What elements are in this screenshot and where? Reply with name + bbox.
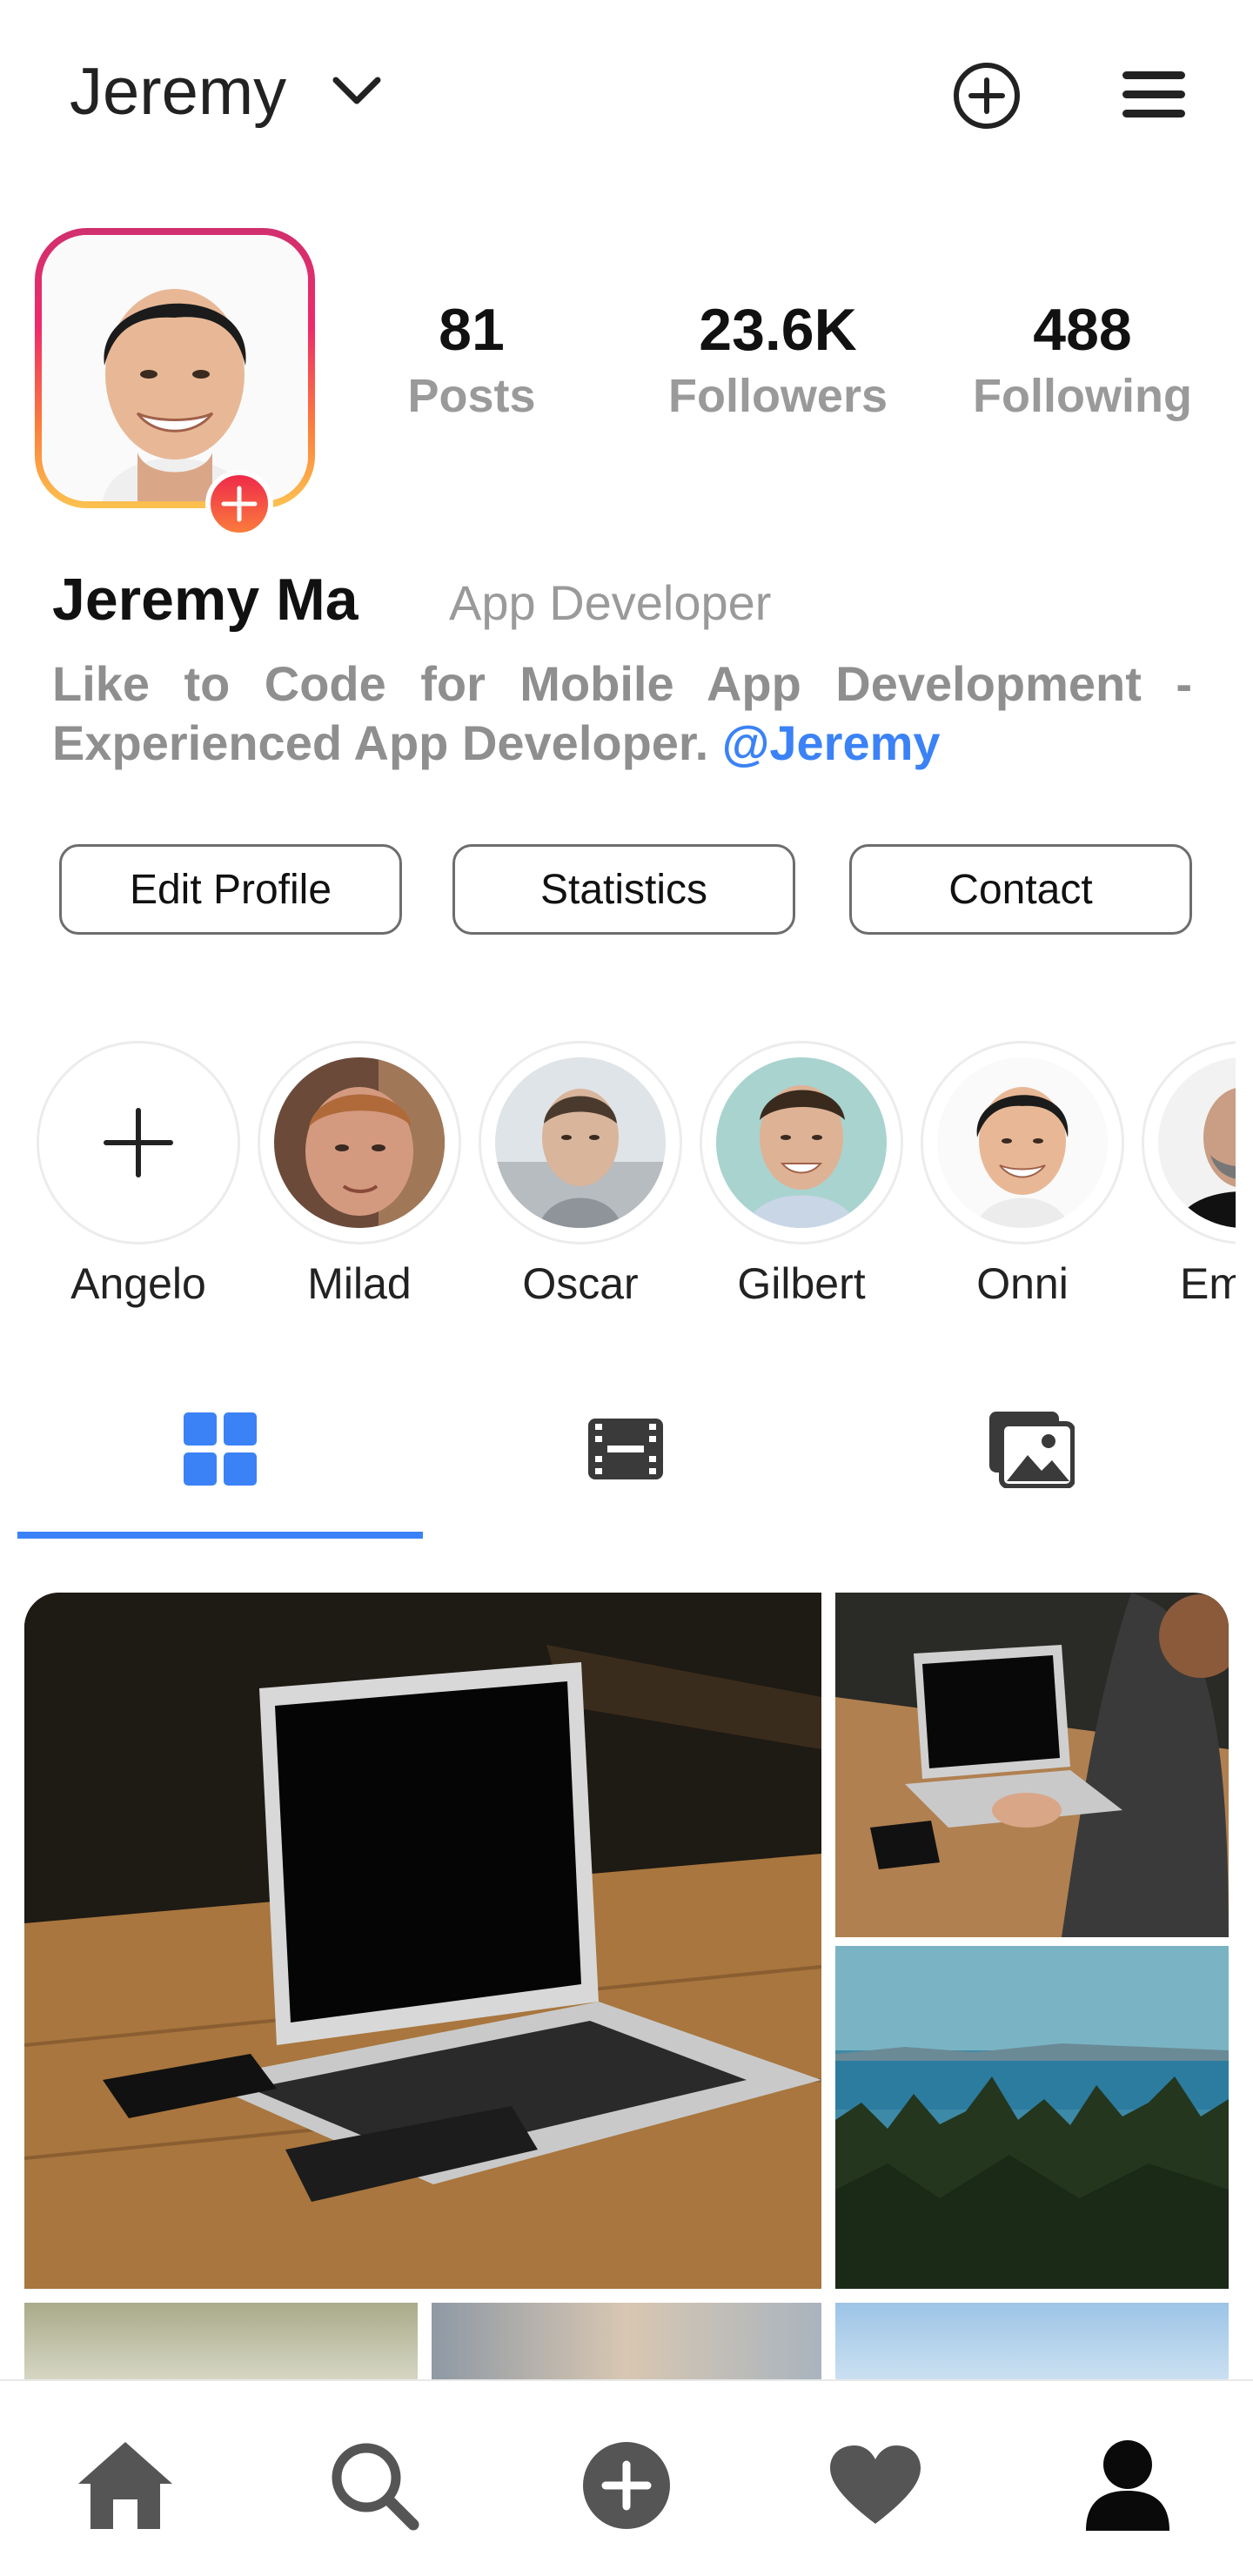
bio-mention-link[interactable]: @Jeremy — [722, 715, 941, 770]
stat-value: 81 — [439, 297, 505, 363]
story-avatar — [937, 1057, 1108, 1228]
nav-create[interactable] — [574, 2433, 679, 2538]
story-ring — [700, 1041, 903, 1244]
story-name: Milad — [307, 1259, 412, 1308]
home-icon — [78, 2442, 172, 2529]
story-ring — [479, 1041, 682, 1244]
plus-icon — [104, 1108, 173, 1177]
story-item-onni[interactable]: Onni — [921, 1041, 1124, 1309]
story-item-add[interactable]: Angelo — [37, 1041, 240, 1309]
profile-bio: Like to Code for Mobile App Development … — [52, 654, 1192, 773]
plus-icon — [221, 486, 258, 522]
stat-label: Followers — [667, 370, 888, 422]
tab-tagged-photos[interactable] — [828, 1401, 1234, 1497]
nav-profile[interactable] — [1075, 2433, 1180, 2538]
statistics-button[interactable]: Statistics — [452, 844, 795, 935]
menu-icon[interactable] — [1121, 70, 1187, 124]
add-circle-icon — [583, 2442, 670, 2529]
nav-home[interactable] — [73, 2433, 178, 2538]
story-ring — [258, 1041, 461, 1244]
add-post-icon[interactable] — [952, 61, 1022, 135]
story-name: Em — [1180, 1259, 1236, 1308]
story-name: Gilbert — [737, 1259, 866, 1308]
profile-title: App Developer — [449, 575, 772, 630]
story-avatar — [274, 1057, 445, 1228]
grid-icon — [184, 1412, 257, 1486]
edit-profile-button[interactable]: Edit Profile — [59, 844, 402, 935]
contact-button[interactable]: Contact — [849, 844, 1192, 935]
story-ring — [1142, 1041, 1236, 1244]
nav-activity[interactable] — [823, 2433, 928, 2538]
story-avatar — [1158, 1057, 1236, 1228]
profile-full-name: Jeremy Ma — [52, 567, 358, 633]
stat-label: Following — [973, 370, 1192, 422]
film-icon — [588, 1419, 663, 1479]
story-item-milad[interactable]: Milad — [258, 1041, 461, 1309]
stat-value: 488 — [1033, 297, 1132, 363]
post-tile-laptop-table[interactable] — [24, 1593, 821, 2289]
stat-following[interactable]: 488 Following — [969, 296, 1196, 423]
stat-value: 23.6K — [699, 297, 857, 363]
story-name: Angelo — [70, 1259, 206, 1308]
bio-text: Like to Code for Mobile App Development … — [52, 656, 1192, 770]
story-avatar — [716, 1057, 887, 1228]
heart-icon — [830, 2445, 921, 2524]
story-name: Oscar — [522, 1259, 639, 1308]
post-tile-forest-lake[interactable] — [835, 1946, 1229, 2289]
avatar-photo — [42, 235, 308, 501]
add-story-badge[interactable] — [205, 470, 273, 538]
story-name: Onni — [976, 1259, 1069, 1308]
story-item-oscar[interactable]: Oscar — [479, 1041, 682, 1309]
stat-label: Posts — [407, 370, 536, 422]
tab-grid[interactable] — [17, 1401, 423, 1497]
nav-search[interactable] — [322, 2433, 426, 2538]
profile-icon — [1086, 2440, 1169, 2531]
chevron-down-icon[interactable] — [331, 73, 383, 112]
photos-icon — [989, 1412, 1075, 1488]
stat-followers[interactable]: 23.6K Followers — [665, 296, 891, 423]
search-icon — [332, 2443, 419, 2531]
active-tab-indicator — [17, 1532, 423, 1539]
top-bar: Jeremy — [0, 0, 1253, 200]
account-switcher-label[interactable]: Jeremy — [70, 54, 286, 130]
profile-avatar[interactable] — [35, 228, 315, 508]
bottom-navigation-bar — [0, 2379, 1253, 2576]
story-item-em[interactable]: Em — [1142, 1041, 1236, 1309]
story-ring — [921, 1041, 1124, 1244]
story-avatar — [495, 1057, 666, 1228]
story-ring — [37, 1041, 240, 1244]
post-tile-person-typing[interactable] — [835, 1593, 1229, 1937]
tab-reels[interactable] — [423, 1401, 828, 1497]
stat-posts[interactable]: 81 Posts — [358, 296, 585, 423]
story-item-gilbert[interactable]: Gilbert — [700, 1041, 903, 1309]
